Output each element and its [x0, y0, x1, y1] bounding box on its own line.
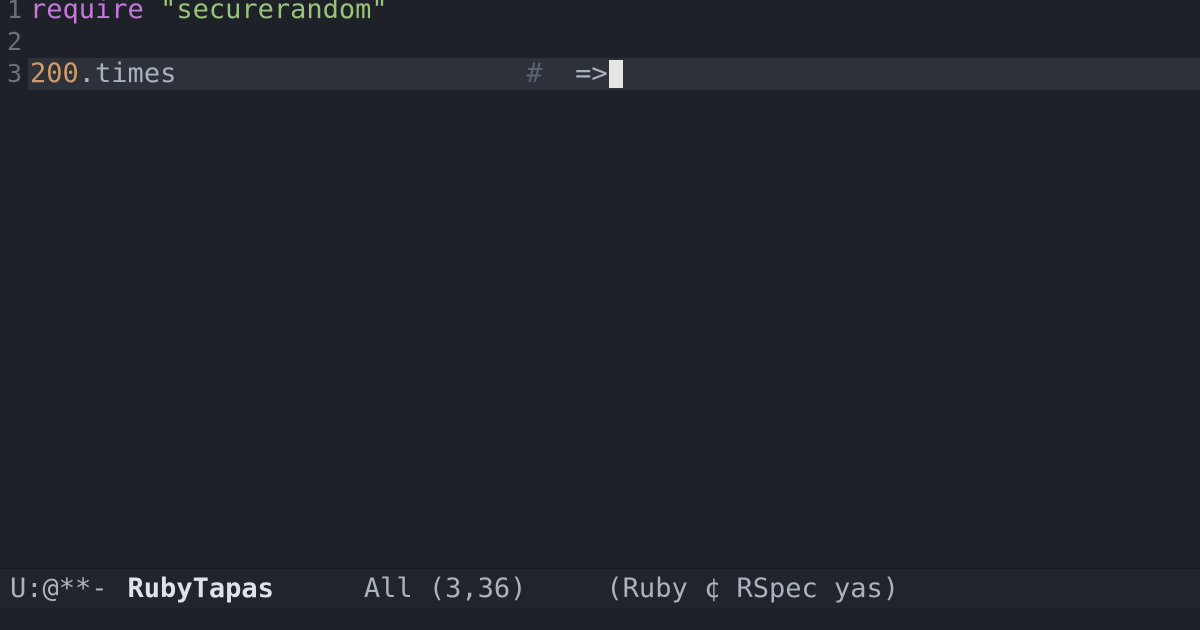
minibuffer[interactable]	[0, 608, 1200, 630]
modeline-modes: (Ruby ¢ RSpec yas)	[606, 573, 899, 604]
method-name: times	[95, 58, 176, 89]
code-line-3-active[interactable]: 200.times # =>	[28, 58, 1200, 90]
line3-content: 200.times # =>	[30, 58, 1200, 90]
mode-line[interactable]: U:@**- RubyTapas All (3,36) (Ruby ¢ RSpe…	[0, 568, 1200, 608]
inline-comment: # =>	[526, 58, 622, 90]
line-number: 1	[0, 0, 22, 26]
code-line-2[interactable]	[28, 26, 1200, 58]
string-quote-open: "	[160, 0, 176, 26]
modeline-position: All (3,36)	[364, 573, 527, 604]
whitespace	[144, 0, 160, 26]
string-quote-close: "	[371, 0, 387, 26]
dot-operator: .	[79, 58, 95, 89]
line-number: 3	[0, 58, 22, 90]
modeline-status: U:@**-	[10, 573, 108, 604]
modeline-buffer-name: RubyTapas	[128, 573, 274, 604]
code-area[interactable]: 1 2 3 require "securerandom" 200.times #…	[0, 0, 1200, 568]
code-buffer[interactable]: require "securerandom" 200.times # =>	[28, 0, 1200, 568]
string-literal: securerandom	[176, 0, 371, 26]
line3-code: 200.times	[30, 58, 176, 90]
comment-hash: #	[526, 58, 542, 90]
text-cursor	[609, 60, 623, 88]
number-literal: 200	[30, 58, 79, 89]
code-line-1[interactable]: require "securerandom"	[28, 0, 1200, 26]
result-arrow: =>	[543, 58, 608, 90]
editor-frame: 1 2 3 require "securerandom" 200.times #…	[0, 0, 1200, 630]
line-number: 2	[0, 26, 22, 58]
line-number-gutter: 1 2 3	[0, 0, 28, 568]
keyword-require: require	[30, 0, 144, 26]
